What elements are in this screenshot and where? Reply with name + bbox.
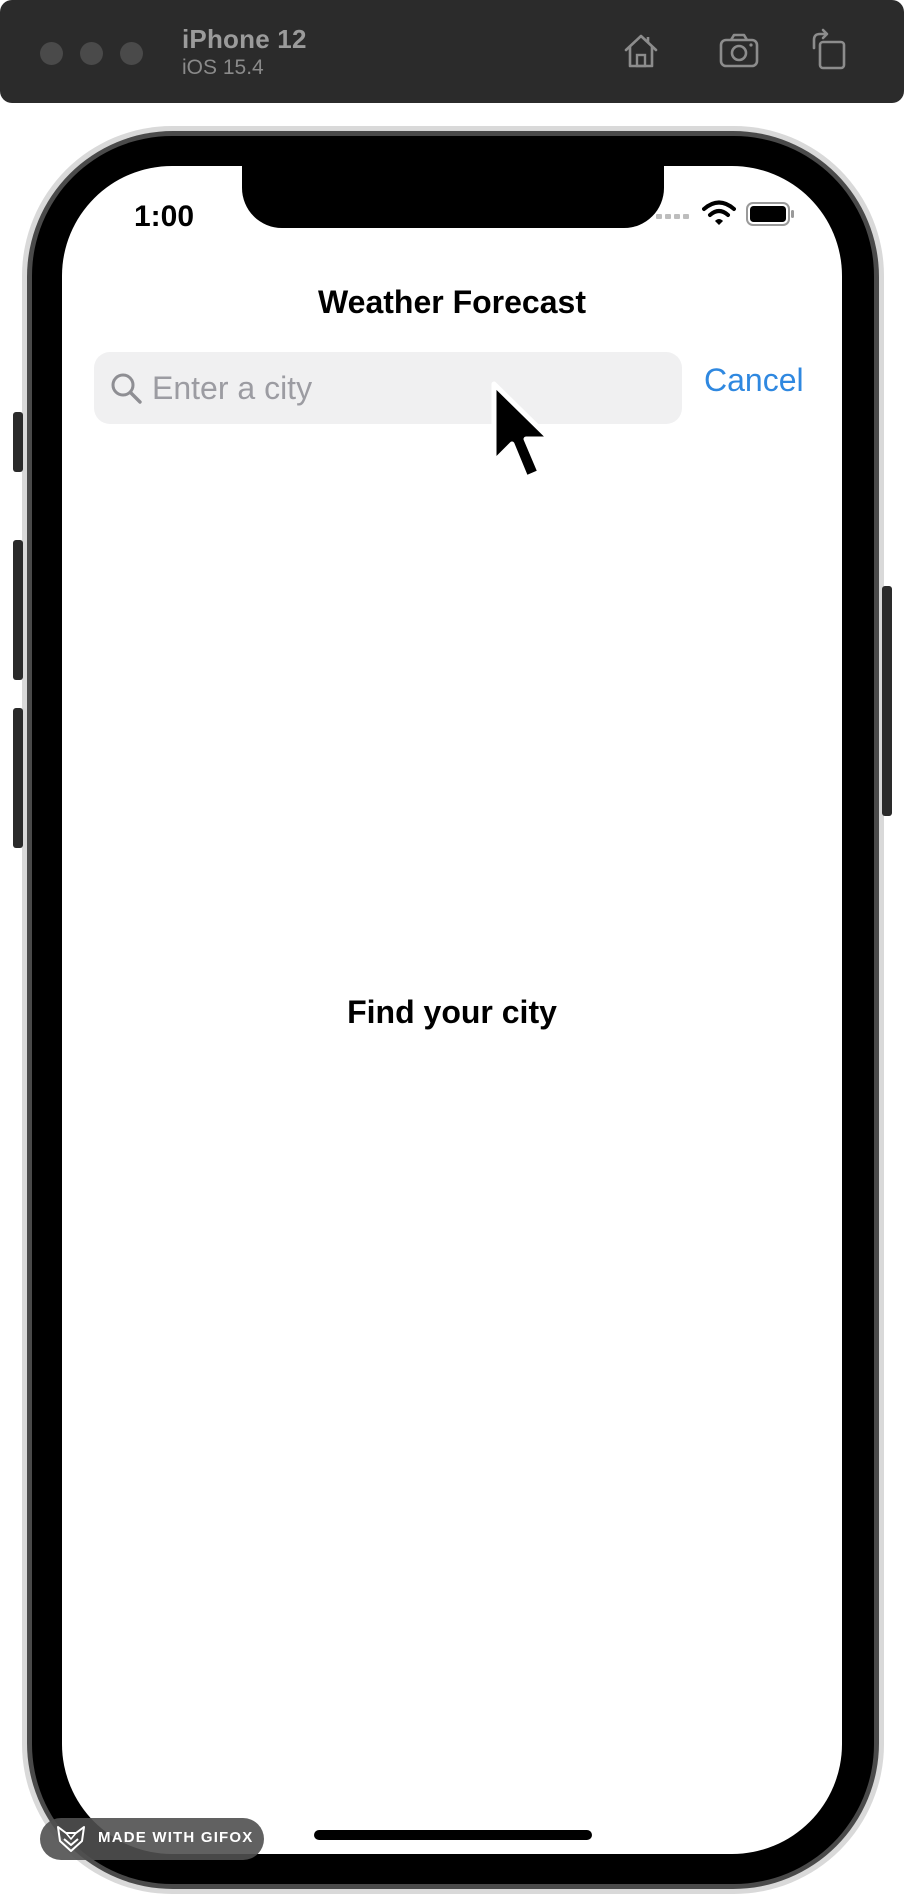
search-input[interactable] bbox=[152, 352, 662, 424]
simulator-toolbar: iPhone 12 iOS 15.4 bbox=[0, 0, 904, 103]
fox-logo-icon bbox=[57, 1826, 85, 1852]
mouse-cursor-icon bbox=[491, 381, 553, 481]
gifox-label: MADE WITH GIFOX bbox=[98, 1829, 254, 1846]
volume-down-button bbox=[13, 708, 23, 848]
wifi-icon bbox=[702, 200, 736, 225]
battery-icon bbox=[746, 202, 794, 226]
status-icons bbox=[656, 200, 806, 230]
screenshot-icon[interactable] bbox=[716, 28, 762, 74]
home-indicator[interactable] bbox=[314, 1830, 592, 1840]
notch bbox=[242, 166, 664, 228]
page-title: Weather Forecast bbox=[318, 284, 586, 320]
simulator-window: iPhone 12 iOS 15.4 1:00 Weather Forecast… bbox=[0, 0, 904, 1900]
zoom-window-button[interactable] bbox=[120, 42, 143, 65]
app-screen: 1:00 Weather Forecast Enter a city Cance… bbox=[62, 166, 842, 1854]
close-window-button[interactable] bbox=[40, 42, 63, 65]
minimize-window-button[interactable] bbox=[80, 42, 103, 65]
gifox-watermark: MADE WITH GIFOX bbox=[40, 1818, 264, 1860]
volume-up-button bbox=[13, 540, 23, 680]
silent-switch bbox=[13, 412, 23, 472]
rotate-icon[interactable] bbox=[808, 28, 854, 74]
search-icon bbox=[111, 373, 142, 404]
signal-icon bbox=[656, 214, 689, 219]
cancel-button[interactable]: Cancel bbox=[704, 362, 804, 399]
home-icon[interactable] bbox=[618, 28, 664, 74]
empty-state-message: Find your city bbox=[347, 994, 557, 1030]
os-version: iOS 15.4 bbox=[182, 56, 264, 79]
status-time: 1:00 bbox=[134, 200, 195, 233]
search-bar[interactable] bbox=[94, 352, 682, 424]
power-button bbox=[882, 586, 892, 816]
device-name: iPhone 12 bbox=[182, 24, 307, 54]
